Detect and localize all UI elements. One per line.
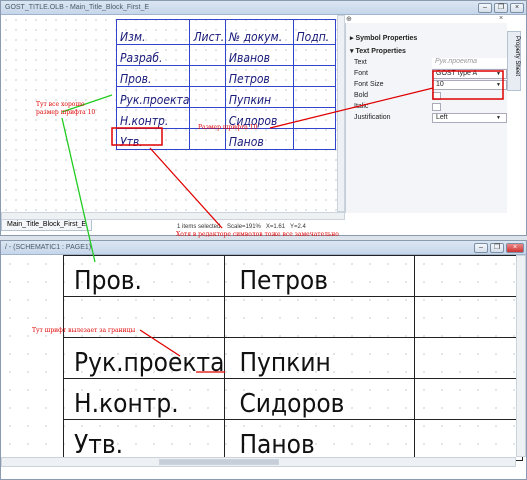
status-selected: 1 items selected [177,224,221,230]
schematic-cell[interactable]: Рук.проекта [62,337,226,379]
symbol-canvas-vscroll[interactable] [337,15,345,212]
title-block-cell[interactable] [189,86,226,108]
property-key: Italic [354,103,369,110]
title-block-cell[interactable]: Пупкин [224,86,294,108]
panel-close-icon[interactable]: × [499,15,503,22]
property-row-text[interactable]: Text Рук.проекта [346,57,507,68]
symbol-properties-header[interactable]: ▸ Symbol Properties [346,23,507,42]
property-sheet-panel: ▸ Symbol Properties ▾ Text Properties Te… [345,23,507,213]
schematic-minimize-button[interactable]: – [474,243,488,253]
status-x: X=1.61 [265,224,286,230]
annotation-overflow: Тут шрифт вылезает за границы [32,327,136,334]
title-block-cell[interactable] [292,128,336,150]
annotation-good-size: Тут все хорошо размер шрифта 10 [36,101,96,116]
symbol-editor-title: GOST_TITLE.OLB - Main_Title_Block_First_… [5,4,150,11]
annotation-size-10: Размер шрифта 10 [198,124,258,131]
schematic-cell[interactable] [413,337,524,379]
schematic-cell[interactable] [413,296,524,338]
property-sheet-side-tab[interactable]: Property Sheet [507,31,521,91]
title-block-cell[interactable] [292,44,336,66]
title-block-cell[interactable]: Разраб. [115,44,191,66]
title-block-cell[interactable]: Утв. [115,128,191,150]
pin-icon[interactable]: ⊕ [346,15,352,23]
property-key: Text [354,59,367,66]
property-key: Font Size [354,81,384,88]
title-block-cell[interactable]: Н.контр. [115,107,191,129]
title-block-cell[interactable]: Лист. [189,19,226,45]
title-block-cell[interactable]: Рук.проекта [115,86,191,108]
schematic-close-button[interactable]: × [506,243,524,253]
chevron-down-icon[interactable]: ▼ [496,82,501,88]
property-row-bold[interactable]: Bold [346,90,507,101]
schematic-cell[interactable]: Сидоров [224,378,415,420]
close-button[interactable]: × [510,3,524,13]
schematic-cell[interactable]: Н.контр. [62,378,226,420]
schematic-row: Рук.проекта Пупкин [62,337,524,379]
schematic-cell[interactable]: Пупкин [224,337,415,379]
schematic-cell[interactable] [413,255,524,297]
symbol-canvas-hscroll[interactable] [1,212,345,220]
schematic-cell[interactable] [413,419,524,461]
schematic-title: / - (SCHEMATIC1 : PAGE1) [5,244,92,251]
restore-button[interactable]: ❐ [494,3,508,13]
property-value[interactable] [432,102,441,111]
title-block-row: Рук.проекта Пупкин [115,86,336,108]
title-block-cell[interactable] [292,107,336,129]
annotation-editor-ok: Хотя в редакторе символов тоже все замеч… [176,231,339,238]
title-block-cell[interactable]: Панов [224,128,294,150]
schematic-cell[interactable] [224,296,415,338]
schematic-cell[interactable]: Утв. [62,419,226,461]
property-value[interactable]: Рук.проекта [432,57,507,68]
status-y: Y=2.4 [290,224,306,230]
title-block-cell[interactable]: Подп. [292,19,336,45]
schematic-row: Н.контр. Сидоров [62,378,524,420]
title-block-cell[interactable]: Петров [224,65,294,87]
title-block-cell[interactable] [189,128,226,150]
schematic-row: Утв. Панов [62,419,524,461]
symbol-editor-window: GOST_TITLE.OLB - Main_Title_Block_First_… [0,0,527,236]
schematic-vscroll[interactable] [516,255,526,457]
title-block-cell[interactable]: № докум. [224,19,294,45]
tab-main-title-block[interactable]: Main_Title_Block_First_E [1,220,93,231]
title-block-row: Разраб. Иванов [115,44,336,66]
schematic-titlebar: / - (SCHEMATIC1 : PAGE1) – ❐ × [1,241,526,255]
title-block-cell[interactable]: Изм. [115,19,191,45]
title-block-row: Пров. Петров [115,65,336,87]
chevron-down-icon[interactable]: ▼ [496,115,501,121]
property-key: Justification [354,114,391,121]
title-block-cell[interactable] [189,65,226,87]
property-row-justification[interactable]: Justification Left ▼ [346,112,507,123]
title-block-cell[interactable] [292,86,336,108]
schematic-hscroll-thumb[interactable] [159,459,279,465]
schematic-cell[interactable]: Пров. [62,255,226,297]
schematic-window: / - (SCHEMATIC1 : PAGE1) – ❐ × Пров. Петр… [0,240,527,480]
property-row-font-size[interactable]: Font Size 10 ▼ [346,79,507,90]
title-block-row: Изм. Лист. № докум. Подп. [115,19,336,45]
schematic-title-block: Пров. Петров Рук.проекта Пупкин Н.контр. Сидо… [62,255,524,461]
property-row-italic[interactable]: Italic [346,101,507,112]
schematic-cell[interactable] [413,378,524,420]
status-scale: Scale=191% [227,224,261,230]
text-properties-header[interactable]: ▾ Text Properties [346,42,507,57]
title-block-cell[interactable]: Иванов [224,44,294,66]
schematic-cell[interactable]: Петров [224,255,415,297]
status-bar: 1 items selected Scale=191% X=1.61 Y=2.4 [177,224,306,230]
property-row-font[interactable]: Font GOST type A ▼ [346,68,507,79]
schematic-cell[interactable]: Панов [224,419,415,461]
property-key: Font [354,70,369,77]
schematic-restore-button[interactable]: ❐ [490,243,504,253]
title-block-cell[interactable]: Пров. [115,65,191,87]
property-key: Bold [354,92,369,99]
chevron-down-icon[interactable]: ▼ [496,71,501,77]
property-value[interactable] [432,91,441,100]
minimize-button[interactable]: – [478,3,492,13]
title-block-row: Утв. Панов [115,128,336,150]
symbol-editor-titlebar: GOST_TITLE.OLB - Main_Title_Block_First_… [1,1,526,15]
title-block-cell[interactable] [189,44,226,66]
title-block-cell[interactable] [292,65,336,87]
schematic-row: Пров. Петров [62,255,524,297]
